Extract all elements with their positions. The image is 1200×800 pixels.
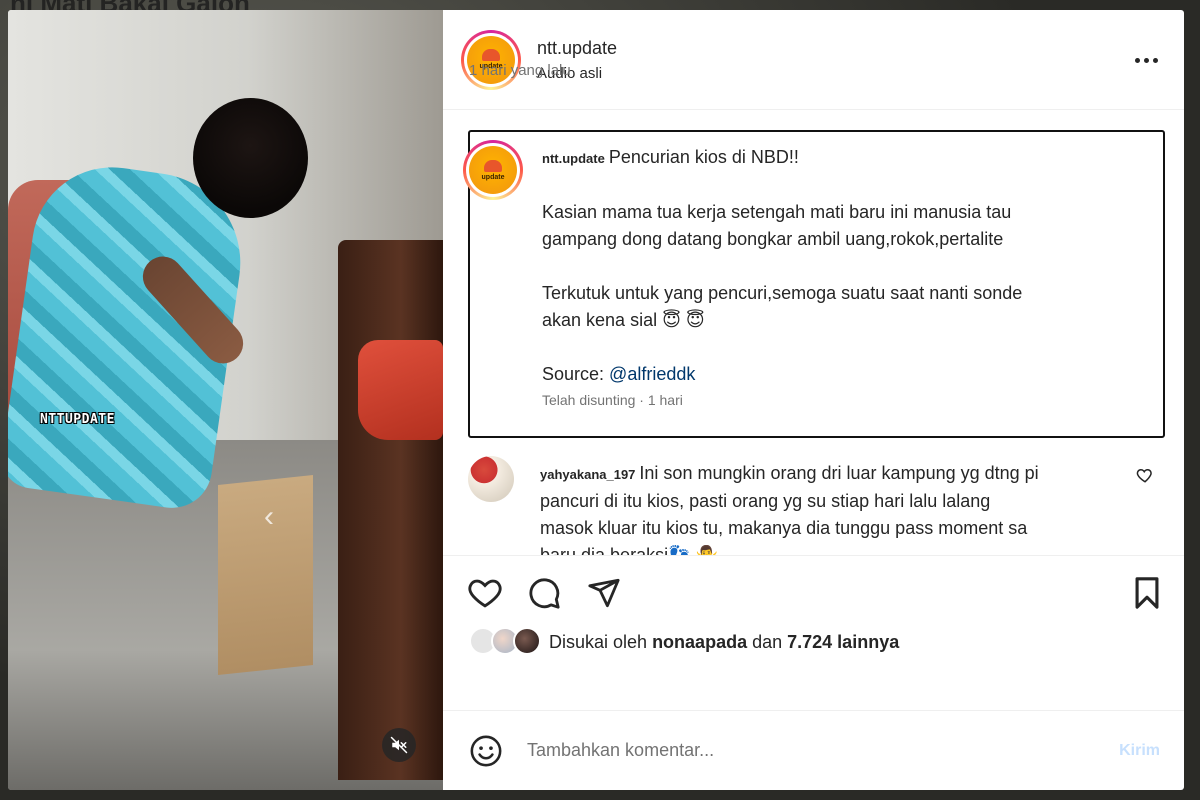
video-watermark: NTTUPDATE [40,412,115,427]
commenter-avatar[interactable] [468,456,514,502]
comment-button[interactable] [527,576,561,615]
author-username[interactable]: ntt.update [537,38,617,59]
bookmark-icon [1135,577,1159,609]
comment-icon [529,578,560,609]
comment-item: yahyakana_197 Ini son mungkin orang dri l… [468,448,1166,555]
likes-text: Disukai oleh nonaapada dan 7.724 lainnya [549,632,900,652]
more-dot-icon [1143,57,1149,63]
comment-like-button[interactable] [1136,466,1154,489]
caption-line: Terkutuk untuk yang pencuri,semoga suatu… [542,283,1023,303]
ntt-update-logo-icon: update [469,146,517,194]
paper-plane-icon [588,578,620,608]
post-comment-button[interactable]: Kirim [1119,742,1160,760]
post-timestamp[interactable]: 1 hari yang lalu [469,62,571,79]
liked-by-user[interactable]: nonaapada [652,632,747,652]
post-actions-bar [443,555,1184,625]
caption-title: Pencurian kios di NBD!! [608,147,799,167]
speaker-muted-icon [390,736,408,754]
caption-author-avatar[interactable]: update [463,140,523,200]
comment-line: pancuri di itu kios, pasti orang yg su s… [540,491,991,511]
heart-icon [1136,468,1152,483]
add-comment-bar: Kirim [443,710,1184,790]
video-person-head [193,98,308,218]
comment-line: Ini son mungkin orang dri luar kampung y… [639,463,1039,483]
caption-line: Kasian mama tua kerja setengah mati baru… [542,202,1012,222]
source-label: Source: [542,364,610,384]
post-details-panel: update ntt.update Audio asli update ntt.… [443,10,1184,790]
caption-line: akan kena sial 😇 😇 [542,310,705,330]
caption: update ntt.update Pencurian kios di NBD!!… [463,130,1165,438]
commenter-username[interactable]: yahyakana_197 [540,467,635,482]
video-player[interactable]: NTTUPDATE ‹ [8,10,443,790]
emoji-icon [470,735,502,766]
post-header: update ntt.update Audio asli [443,10,1184,110]
post-modal: NTTUPDATE ‹ update ntt.update Audio asli… [8,10,1184,790]
heart-icon [468,579,502,608]
likes-summary: Disukai oleh nonaapada dan 7.724 lainnya [443,625,1184,663]
author-avatar[interactable]: update [461,29,521,90]
chevron-left-icon: ‹ [264,500,274,533]
source-mention-link[interactable]: @alfrieddk [609,364,695,384]
video-bag [358,340,443,440]
comments-section[interactable]: update ntt.update Pencurian kios di NBD!!… [443,110,1184,555]
likes-count[interactable]: 7.724 lainnya [787,632,899,652]
comment-input[interactable] [527,740,1087,761]
liker-avatar [513,627,541,655]
save-button[interactable] [1132,576,1162,615]
avatar-logo-text: update [481,173,505,181]
video-table [338,240,443,780]
caption-text: ntt.update Pencurian kios di NBD!! Kasian… [542,144,1142,388]
more-dot-icon [1134,57,1140,63]
caption-meta: Telah disunting · 1 hari [542,392,683,408]
emoji-button[interactable] [469,734,503,768]
caption-line: gampang dong datang bongkar ambil uang,r… [542,229,1004,249]
mute-button[interactable] [382,728,416,762]
comment-line: masok kluar itu kios tu, makanya dia tun… [540,518,1028,538]
more-dot-icon [1152,57,1158,63]
caption-username[interactable]: ntt.update [542,151,605,166]
liker-avatars[interactable] [469,627,545,657]
share-button[interactable] [587,576,621,615]
like-button[interactable] [467,576,503,613]
comment-line: baru dia beraksi👣 🤷‍♂️ [540,545,718,555]
comment-text: yahyakana_197 Ini son mungkin orang dri l… [540,460,1120,555]
more-options-button[interactable] [1130,48,1162,72]
